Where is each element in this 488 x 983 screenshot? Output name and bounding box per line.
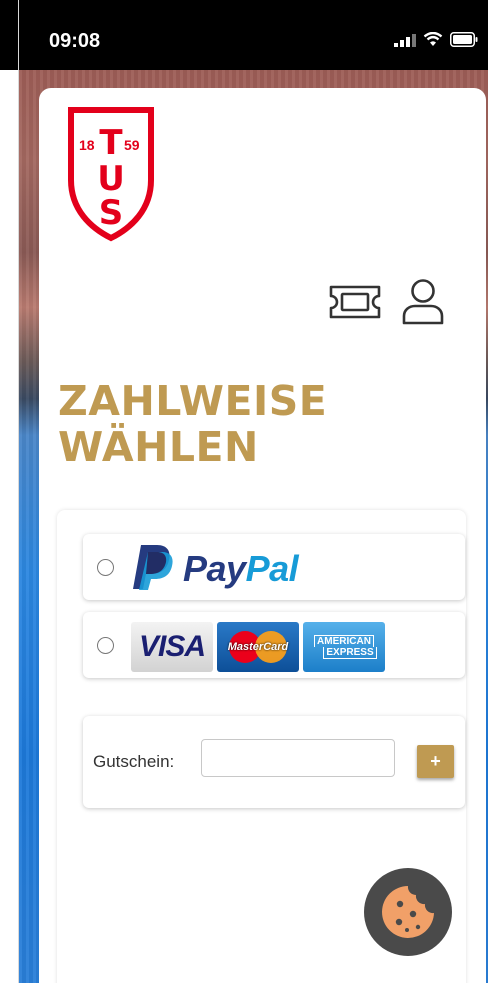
cookie-settings-button[interactable]	[364, 868, 452, 956]
paypal-logo-icon	[133, 545, 173, 590]
voucher-label: Gutschein:	[93, 752, 175, 771]
wifi-icon	[423, 32, 443, 46]
phone-screen: 09:08 18 59 T U S ZAHLWEISE WÄHLEN PayPa…	[19, 0, 488, 983]
paypal-radio[interactable]	[97, 559, 114, 576]
signal-icon	[394, 34, 416, 47]
amex-logo: AMERICAN EXPRESS	[303, 622, 385, 672]
page-title: ZAHLWEISE WÄHLEN	[58, 378, 327, 470]
status-icons	[394, 32, 478, 47]
credit-card-radio[interactable]	[97, 637, 114, 654]
status-bar: 09:08	[19, 0, 488, 70]
visa-logo: VISA	[131, 622, 213, 672]
club-logo: 18 59 T U S	[68, 107, 154, 242]
voucher-input[interactable]	[201, 739, 395, 777]
add-voucher-button[interactable]: +	[417, 745, 454, 778]
svg-text:18: 18	[79, 137, 95, 153]
svg-text:S: S	[99, 193, 124, 233]
mastercard-logo: MasterCard	[217, 622, 299, 672]
left-edge-dark-bar	[0, 0, 18, 70]
svg-text:T: T	[99, 123, 123, 163]
user-icon	[402, 279, 444, 325]
payment-option-paypal[interactable]: PayPal	[83, 534, 465, 600]
left-edge-strip	[0, 0, 19, 983]
status-time: 09:08	[49, 30, 101, 52]
page-title-line2: WÄHLEN	[58, 423, 259, 471]
page-title-line1: ZAHLWEISE	[58, 377, 328, 425]
payment-option-credit-card[interactable]: VISA MasterCard AMERICAN EXPRESS	[83, 612, 465, 678]
tickets-button[interactable]	[327, 284, 383, 320]
svg-text:59: 59	[124, 137, 140, 153]
account-button[interactable]	[401, 278, 445, 326]
ticket-icon	[329, 285, 381, 319]
voucher-section: Gutschein: +	[83, 716, 465, 808]
battery-icon	[450, 32, 478, 47]
cookie-icon	[382, 886, 434, 938]
paypal-wordmark: PayPal	[183, 548, 299, 589]
main-card: 18 59 T U S ZAHLWEISE WÄHLEN PayPal VISA…	[39, 88, 486, 983]
